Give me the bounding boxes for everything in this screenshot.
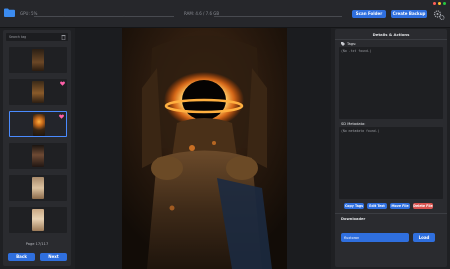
thumbnail-item[interactable] bbox=[9, 207, 67, 233]
thumbnail-image bbox=[32, 209, 44, 231]
tags-textarea[interactable]: (No .txt found.) bbox=[339, 47, 443, 119]
sd-metadata-textarea[interactable]: (No metadata found.) bbox=[339, 127, 443, 199]
next-button[interactable]: Next bbox=[40, 253, 67, 261]
copy-tags-button[interactable]: Copy Tags bbox=[344, 203, 364, 209]
back-button[interactable]: Back bbox=[8, 253, 35, 261]
thumbnail-item[interactable] bbox=[9, 79, 67, 105]
edit-text-button[interactable]: Edit Text bbox=[367, 203, 387, 209]
sd-metadata-text: (No metadata found.) bbox=[341, 129, 380, 133]
move-file-button[interactable]: Move File bbox=[390, 203, 410, 209]
downloader-input[interactable]: fluxtoron bbox=[341, 233, 409, 242]
thumbnail-image bbox=[32, 145, 44, 167]
trash-icon[interactable] bbox=[61, 34, 66, 40]
divider bbox=[335, 213, 447, 214]
tags-text: (No .txt found.) bbox=[341, 49, 372, 53]
thumbnail-image bbox=[32, 49, 44, 71]
thumbnail-item[interactable] bbox=[9, 143, 67, 169]
top-bar: GPU: 5% RAM: 4.6 / 7.6 GB Scan Folder Cr… bbox=[0, 0, 450, 28]
thumbnail-sidebar: Search tag Page 17/117 Back Next bbox=[3, 30, 71, 266]
gear-icon[interactable] bbox=[433, 9, 445, 21]
image-viewer bbox=[75, 28, 331, 269]
create-backup-button[interactable]: Create Backup bbox=[391, 10, 427, 18]
favorite-heart-icon[interactable] bbox=[59, 114, 64, 119]
window-controls bbox=[433, 2, 446, 5]
close-dot-icon[interactable] bbox=[433, 2, 436, 5]
page-indicator: Page 17/117 bbox=[25, 242, 49, 246]
downloader-heading: Downloader bbox=[341, 217, 366, 221]
scan-folder-button[interactable]: Scan Folder bbox=[352, 10, 386, 18]
thumbnail-item[interactable] bbox=[9, 47, 67, 73]
minimize-dot-icon[interactable] bbox=[438, 2, 441, 5]
ram-usage-graph bbox=[214, 16, 342, 17]
zoom-dot-icon[interactable] bbox=[443, 2, 446, 5]
tags-heading-label: Tags: bbox=[347, 42, 357, 46]
tags-heading: Tags: bbox=[341, 42, 356, 46]
load-button[interactable]: Load bbox=[413, 233, 435, 242]
favorite-heart-icon[interactable] bbox=[60, 81, 65, 86]
thumbnail-item-selected[interactable] bbox=[9, 111, 67, 137]
divider bbox=[335, 39, 447, 40]
details-panel: Details & Actions Tags: (No .txt found.)… bbox=[335, 29, 447, 267]
gpu-usage-graph bbox=[34, 15, 174, 17]
search-placeholder: Search tag bbox=[9, 35, 27, 39]
tag-icon bbox=[341, 42, 345, 46]
delete-file-button[interactable]: Delete File bbox=[413, 203, 433, 209]
thumbnail-image bbox=[33, 114, 45, 136]
thumbnail-image bbox=[32, 81, 44, 103]
downloader-input-value: fluxtoron bbox=[344, 235, 360, 240]
main-image[interactable] bbox=[122, 28, 287, 269]
thumbnail-item[interactable] bbox=[9, 175, 67, 201]
thumbnail-image bbox=[32, 177, 44, 199]
panel-title: Details & Actions bbox=[372, 32, 410, 37]
folder-icon[interactable] bbox=[4, 8, 15, 17]
tag-search-input[interactable]: Search tag bbox=[6, 33, 68, 41]
sd-metadata-heading: SD Metadata: bbox=[341, 122, 366, 126]
